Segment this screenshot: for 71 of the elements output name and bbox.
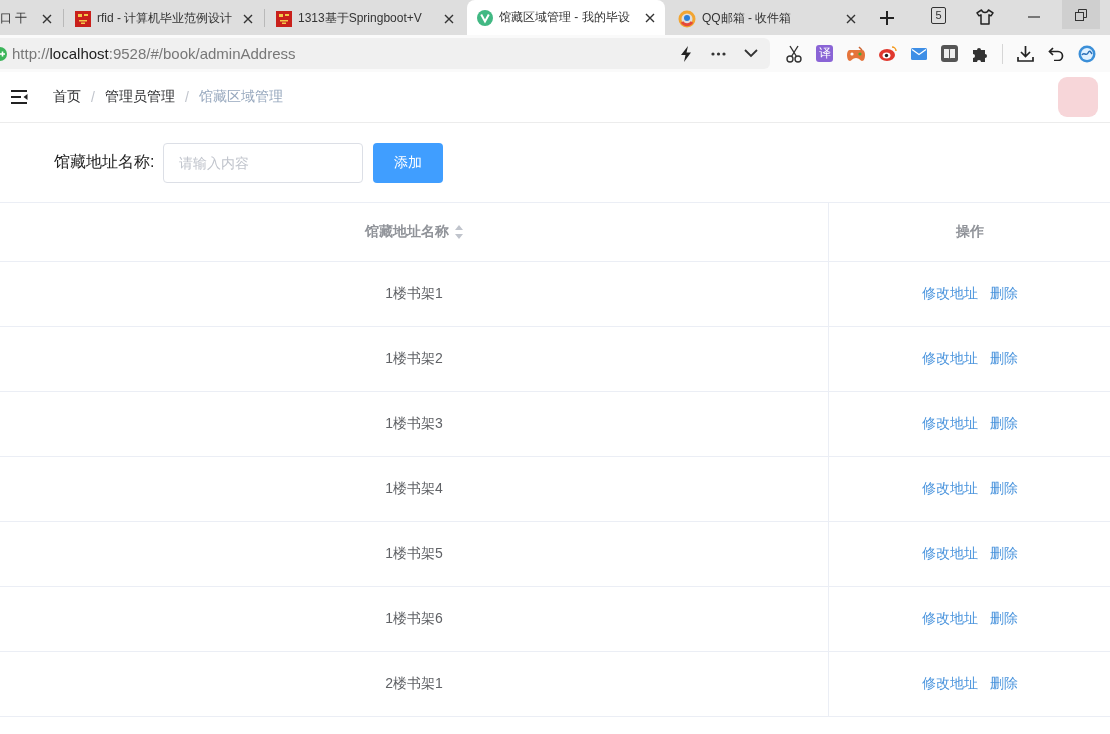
mail-icon[interactable] [911, 47, 927, 60]
delete-link[interactable]: 删除 [989, 545, 1018, 563]
browser-tab[interactable]: QQ邮箱 - 收件箱 [668, 2, 866, 35]
add-button[interactable]: 添加 [373, 142, 444, 183]
breadcrumb-separator: / [91, 89, 95, 105]
edit-link[interactable]: 修改地址 [921, 415, 978, 433]
book-icon[interactable] [941, 45, 958, 62]
column-header[interactable]: 馆藏地址名称 [365, 223, 449, 241]
delete-link[interactable]: 删除 [989, 285, 1018, 303]
square-logo-icon [276, 10, 292, 27]
delete-link[interactable]: 删除 [989, 675, 1018, 693]
tab-title: 馆藏区域管理 - 我的毕设 [499, 9, 631, 26]
close-icon[interactable] [645, 12, 655, 23]
breadcrumb-separator: / [184, 89, 189, 105]
delete-link[interactable]: 删除 [989, 480, 1018, 498]
download-icon[interactable] [1017, 45, 1034, 62]
table-cell: 1楼书架4 [385, 480, 443, 498]
edit-link[interactable]: 修改地址 [921, 350, 978, 368]
menu-icon[interactable] [11, 90, 28, 104]
puzzle-icon[interactable] [972, 45, 988, 62]
restore-button[interactable] [1062, 0, 1100, 29]
browser-tab[interactable]: rfid - 计算机毕业范例设计 [65, 2, 263, 35]
table-cell: 2楼书架1 [385, 675, 443, 693]
edit-link[interactable]: 修改地址 [921, 480, 978, 498]
edit-link[interactable]: 修改地址 [921, 675, 978, 693]
browser-tab[interactable]: 1313基于Springboot+V [266, 2, 464, 35]
edit-link[interactable]: 修改地址 [921, 610, 978, 628]
table-cell: 1楼书架5 [385, 545, 443, 563]
browser-tab[interactable]: 馆藏区域管理 - 我的毕设 [467, 0, 665, 35]
breadcrumb-item[interactable]: 首页 [53, 88, 81, 106]
circle-logo-icon[interactable] [1078, 44, 1096, 63]
chevron-down-icon[interactable] [744, 49, 758, 58]
more-icon[interactable] [711, 51, 726, 56]
table-cell: 1楼书架6 [385, 610, 443, 628]
column-header: 操作 [955, 223, 984, 241]
tab-title: rfid - 计算机毕业范例设计 [97, 10, 234, 27]
tab-title: QQ邮箱 - 收件箱 [702, 10, 793, 27]
translate-button[interactable]: 译 [816, 45, 833, 62]
table-cell: 1楼书架2 [385, 350, 443, 368]
close-icon[interactable] [243, 13, 253, 24]
breadcrumb-item[interactable]: 管理员管理 [104, 88, 175, 106]
address-field[interactable]: http://localhost:9528/#/book/adminAddress [0, 38, 770, 69]
ring-logo-icon [678, 9, 696, 28]
v-logo-icon [477, 9, 493, 26]
gamepad-icon[interactable] [847, 45, 865, 62]
close-icon[interactable] [444, 13, 454, 24]
table-cell: 1楼书架1 [385, 285, 443, 303]
lightning-icon[interactable] [680, 45, 692, 62]
browser-tab[interactable]: 口 干 [0, 2, 62, 35]
eye-icon[interactable] [879, 46, 897, 61]
plus-icon[interactable] [880, 11, 894, 25]
close-icon[interactable] [846, 13, 856, 24]
tab-title: 口 干 [0, 10, 29, 27]
breadcrumb-item: 馆藏区域管理 [198, 88, 283, 106]
undo-icon[interactable] [1048, 46, 1064, 61]
delete-link[interactable]: 删除 [989, 415, 1018, 433]
edit-link[interactable]: 修改地址 [921, 545, 978, 563]
url-text: http://localhost:9528/#/book/adminAddress [12, 45, 296, 62]
scissors-icon[interactable] [786, 44, 802, 63]
tab-count[interactable]: 5 [931, 7, 946, 24]
delete-link[interactable]: 删除 [989, 610, 1018, 628]
close-icon[interactable] [42, 13, 52, 24]
edit-link[interactable]: 修改地址 [921, 285, 978, 303]
shirt-icon[interactable] [976, 9, 994, 25]
square-logo-icon [75, 10, 91, 27]
restore-icon[interactable] [1075, 8, 1087, 21]
name-input[interactable]: 请输入内容 [163, 142, 364, 183]
tab-title: 1313基于Springboot+V [298, 10, 423, 27]
delete-link[interactable]: 删除 [989, 350, 1018, 368]
field-label: 馆藏地址名称: [54, 152, 155, 172]
table-cell: 1楼书架3 [385, 415, 443, 433]
